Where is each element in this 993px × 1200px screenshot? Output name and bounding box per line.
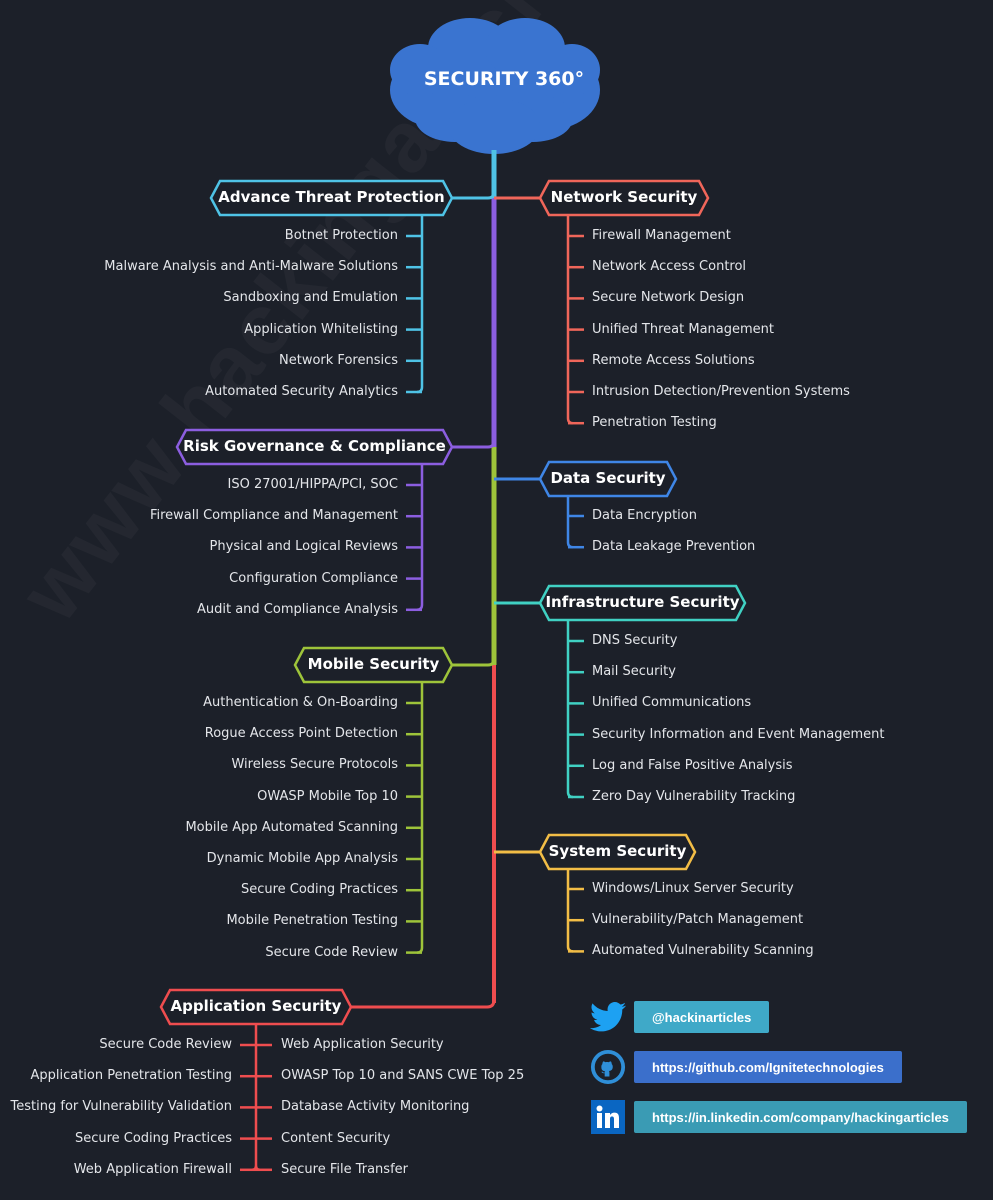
- list-item: Application Whitelisting: [244, 321, 398, 337]
- item-stem: [566, 620, 574, 799]
- social-link-row: @hackinarticles: [590, 999, 770, 1035]
- list-item: Network Forensics: [279, 352, 398, 368]
- list-item: Log and False Positive Analysis: [592, 757, 793, 773]
- root-title: SECURITY 360°: [423, 68, 585, 90]
- category-title: Infrastructure Security: [545, 593, 740, 611]
- list-item: Audit and Compliance Analysis: [196, 601, 398, 617]
- category-title: System Security: [548, 842, 687, 860]
- list-item: Secure Coding Practices: [240, 882, 398, 898]
- list-item: Data Encryption: [592, 508, 697, 523]
- list-item-right: Database Activity Monitoring: [281, 1099, 470, 1115]
- linkedin-icon[interactable]: [590, 1099, 626, 1135]
- list-item: ISO 27001/HIPPA/PCI, SOC: [227, 477, 399, 492]
- list-item: DNS Security: [592, 633, 678, 648]
- list-item: Penetration Testing: [592, 415, 717, 431]
- list-item: Firewall Management: [592, 228, 731, 243]
- list-item: Vulnerability/Patch Management: [592, 912, 804, 928]
- item-stem: [566, 869, 574, 953]
- twitter-icon[interactable]: [590, 999, 626, 1035]
- list-item: Security Information and Event Managemen…: [592, 726, 885, 742]
- list-item: Remote Access Solutions: [592, 352, 755, 368]
- mind-map-canvas: [159, 18, 747, 1172]
- list-item: Data Leakage Prevention: [592, 539, 756, 555]
- list-item-left: Web Application Firewall: [73, 1161, 232, 1177]
- list-item: Mobile Penetration Testing: [226, 913, 398, 929]
- list-item: Authentication & On-Boarding: [203, 695, 398, 710]
- category-title: Risk Governance & Compliance: [183, 437, 446, 455]
- list-item: Network Access Control: [592, 259, 747, 275]
- list-item: Malware Analysis and Anti-Malware Soluti…: [104, 259, 398, 275]
- item-stem: [566, 496, 574, 549]
- list-item: Windows/Linux Server Security: [592, 881, 794, 896]
- list-item: Secure Network Design: [592, 290, 745, 306]
- category-title: Advance Threat Protection: [218, 188, 445, 206]
- category-title: Network Security: [550, 188, 698, 206]
- list-item: Intrusion Detection/Prevention Systems: [592, 384, 850, 399]
- branch-connector: [351, 999, 496, 1009]
- list-item: Firewall Compliance and Management: [149, 508, 398, 524]
- list-item: Zero Day Vulnerability Tracking: [592, 789, 796, 804]
- mind-map: www.hackingarticles.in SECURITY 360° Adv…: [0, 0, 993, 1200]
- category-title: Application Security: [170, 997, 342, 1015]
- list-item: Botnet Protection: [284, 228, 398, 243]
- list-item: Secure Code Review: [265, 944, 398, 960]
- social-link-button[interactable]: https://in.linkedin.com/company/hackinga…: [634, 1101, 967, 1133]
- item-stem: [416, 682, 424, 954]
- social-link-button[interactable]: https://github.com/Ignitetechnologies: [634, 1051, 902, 1083]
- social-link-row: https://in.linkedin.com/company/hackinga…: [590, 1099, 967, 1135]
- list-item: Physical and Logical Reviews: [209, 539, 398, 555]
- list-item-left: Secure Code Review: [99, 1037, 232, 1052]
- social-link-button[interactable]: @hackinarticles: [634, 1001, 770, 1033]
- list-item: Wireless Secure Protocols: [231, 757, 398, 773]
- list-item-left: Secure Coding Practices: [74, 1130, 232, 1146]
- list-item-left: Testing for Vulnerability Validation: [10, 1099, 232, 1115]
- list-item: Unified Communications: [592, 695, 752, 711]
- list-item: Configuration Compliance: [229, 570, 398, 586]
- social-link-row: https://github.com/Ignitetechnologies: [590, 1049, 902, 1085]
- list-item: Automated Security Analytics: [205, 384, 398, 399]
- list-item: Unified Threat Management: [592, 321, 775, 337]
- item-stem: [416, 215, 424, 394]
- list-item: OWASP Mobile Top 10: [257, 788, 398, 804]
- list-item-right: Web Application Security: [281, 1037, 444, 1052]
- github-icon[interactable]: [590, 1049, 626, 1085]
- category-title: Data Security: [550, 469, 666, 487]
- list-item-right: Content Security: [281, 1130, 391, 1146]
- list-item: Sandboxing and Emulation: [223, 290, 398, 306]
- list-item: Mobile App Automated Scanning: [185, 819, 398, 835]
- branch-connector: [452, 658, 496, 667]
- list-item: Rogue Access Point Detection: [204, 726, 398, 742]
- branch-connector: [452, 440, 496, 449]
- list-item-left: Application Penetration Testing: [30, 1068, 232, 1084]
- list-item-right: Secure File Transfer: [281, 1161, 408, 1177]
- list-item: Automated Vulnerability Scanning: [592, 943, 814, 959]
- list-item-right: OWASP Top 10 and SANS CWE Top 25: [281, 1068, 525, 1084]
- list-item: Mail Security: [592, 664, 676, 680]
- branch-connector: [452, 191, 496, 200]
- list-item: Dynamic Mobile App Analysis: [206, 851, 398, 866]
- category-title: Mobile Security: [307, 655, 440, 673]
